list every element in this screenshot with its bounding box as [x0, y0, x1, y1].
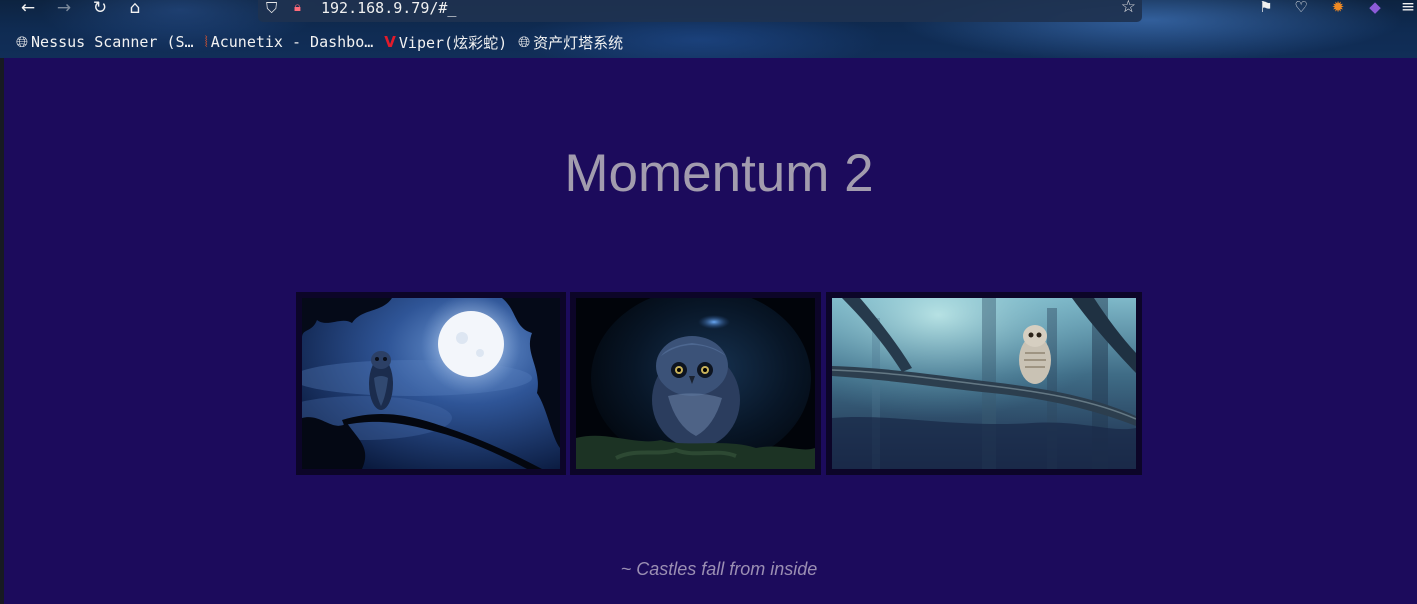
- owl-hollow-image[interactable]: [570, 292, 821, 475]
- page-title: Momentum 2: [564, 144, 874, 203]
- bookmark-nessus[interactable]: 🌐︎ Nessus Scanner (S…: [16, 33, 194, 51]
- shield-icon[interactable]: ⛉: [266, 0, 277, 16]
- owl-moon-picture: [302, 298, 560, 469]
- bookmark-star-icon[interactable]: ☆: [1121, 0, 1136, 16]
- owl-forest-picture: [832, 298, 1136, 469]
- extension-purple-icon[interactable]: ◆: [1366, 0, 1384, 16]
- bookmark-viper[interactable]: V Viper(炫彩蛇): [384, 32, 507, 53]
- owl-forest-image[interactable]: [826, 292, 1142, 475]
- bookmark-label: 资产灯塔系统: [533, 33, 624, 52]
- owl-moon-image[interactable]: [296, 292, 566, 475]
- browser-chrome: ← → ↻ ⌂ ⛉ 🔒︎ 192.168.9.79/#_ ☆ ⚑ ♡ ✹ ◆ ≡…: [0, 0, 1417, 58]
- forward-button[interactable]: →: [52, 0, 76, 18]
- footer-quote: ~ Castles fall from inside: [620, 559, 818, 579]
- viper-logo-icon: V: [384, 33, 396, 51]
- url-text[interactable]: 192.168.9.79/#_: [321, 0, 456, 16]
- extensions-icon[interactable]: ⚑: [1257, 0, 1275, 16]
- reload-button[interactable]: ↻: [88, 0, 112, 18]
- globe-icon: 🌐︎: [16, 33, 29, 51]
- home-icon: ⌂: [129, 0, 141, 18]
- pocket-icon[interactable]: ♡: [1292, 0, 1310, 16]
- bookmark-acunetix[interactable]: ⦚ Acunetix - Dashbo…: [205, 33, 374, 51]
- bookmark-label: Viper(炫彩蛇): [398, 33, 508, 52]
- back-button[interactable]: ←: [16, 0, 40, 18]
- bookmark-label: Nessus Scanner (S…: [31, 33, 194, 51]
- bookmark-asset-lighthouse[interactable]: 🌐︎ 资产灯塔系统: [518, 32, 623, 53]
- acunetix-logo-icon: ⦚: [204, 33, 208, 51]
- extension-orange-icon[interactable]: ✹: [1329, 0, 1347, 16]
- back-arrow-icon: ←: [20, 0, 36, 18]
- address-bar[interactable]: ⛉ 🔒︎ 192.168.9.79/#_ ☆: [258, 0, 1142, 22]
- page-body: Momentum 2 ~ Castles fall from inside: [4, 58, 1417, 604]
- forward-arrow-icon: →: [56, 0, 72, 18]
- bookmark-label: Acunetix - Dashbo…: [210, 33, 374, 51]
- owl-hollow-picture: [576, 298, 815, 469]
- home-button[interactable]: ⌂: [123, 0, 147, 18]
- reload-icon: ↻: [92, 0, 108, 18]
- insecure-lock-icon[interactable]: 🔒︎: [294, 0, 301, 16]
- globe-icon: 🌐︎: [518, 33, 531, 51]
- menu-icon[interactable]: ≡: [1399, 0, 1417, 16]
- bookmarks-toolbar: 🌐︎ Nessus Scanner (S… ⦚ Acunetix - Dashb…: [16, 32, 634, 52]
